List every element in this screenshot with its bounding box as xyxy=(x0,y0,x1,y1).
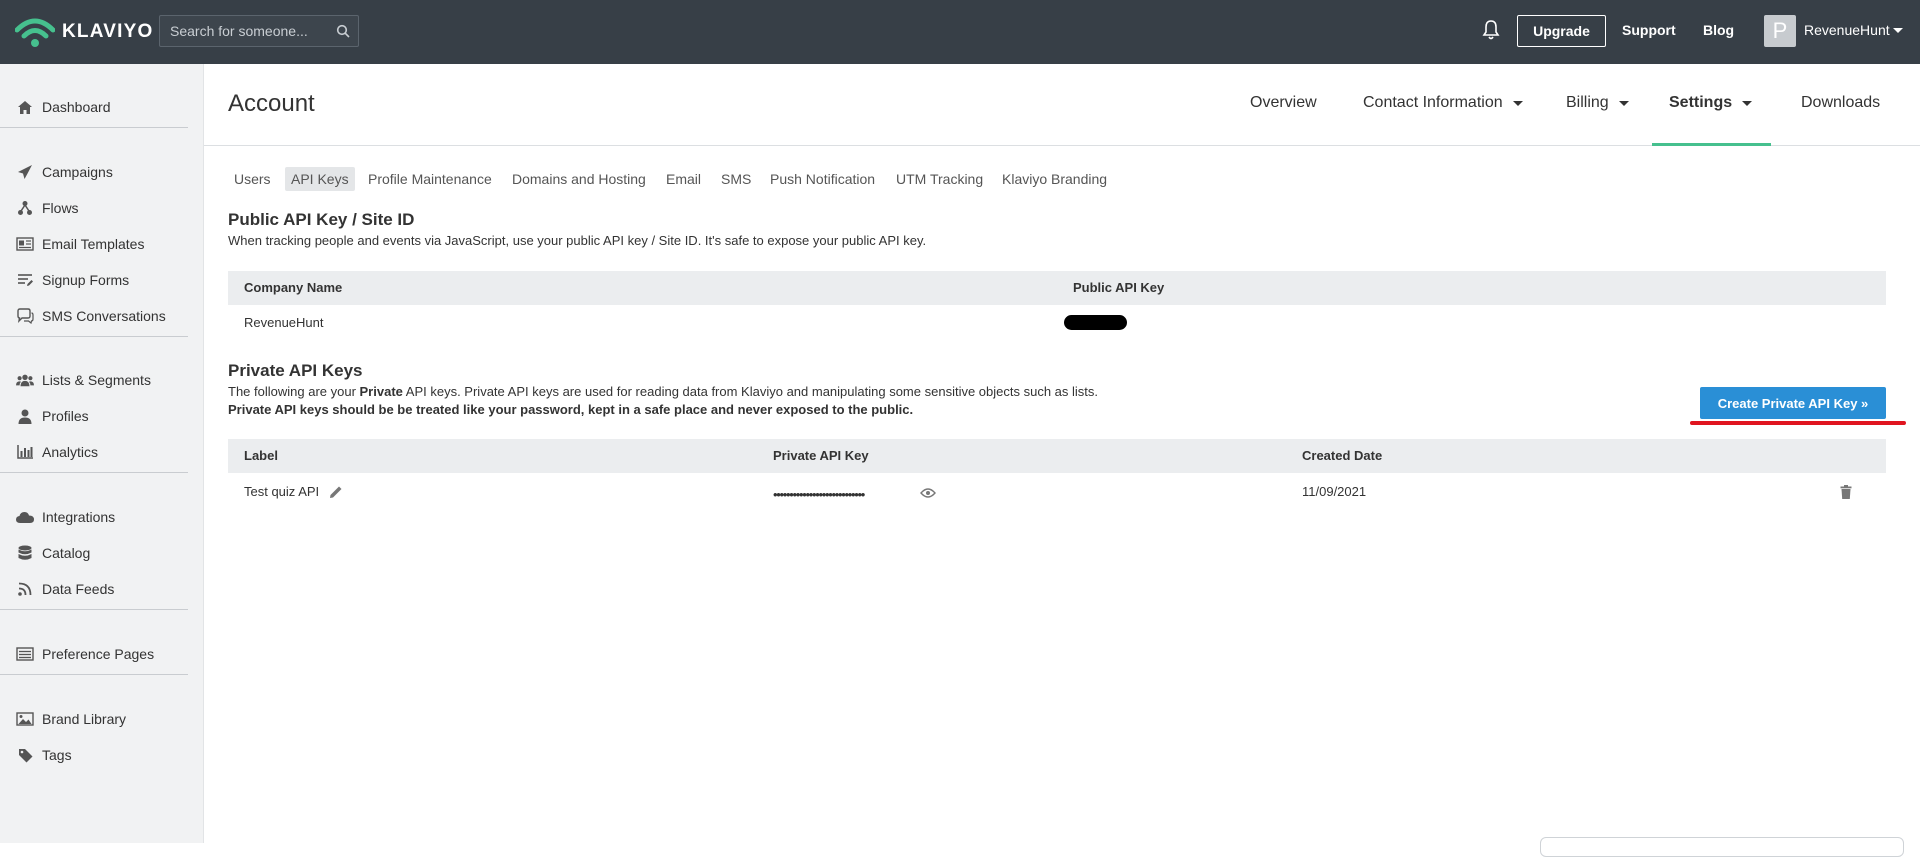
sidebar-item-integrations[interactable]: Integrations xyxy=(16,505,115,529)
sidebar-item-dashboard[interactable]: Dashboard xyxy=(16,95,111,119)
sidebar-divider xyxy=(0,609,188,610)
tag-icon xyxy=(16,746,34,764)
chat-icon xyxy=(16,307,34,325)
page-title: Account xyxy=(228,90,315,117)
home-icon xyxy=(16,98,34,116)
flow-icon xyxy=(16,199,34,217)
person-icon xyxy=(16,407,34,425)
wifi-logo-icon xyxy=(15,18,55,47)
sidebar-divider xyxy=(0,127,188,128)
pencil-icon[interactable] xyxy=(329,485,343,504)
column-header: Company Name xyxy=(244,280,343,295)
nav-settings[interactable]: Settings xyxy=(1669,94,1753,112)
support-link[interactable]: Support xyxy=(1622,22,1676,38)
sidebar: Dashboard Campaigns Flows Email Template… xyxy=(0,64,204,843)
tab-api-keys[interactable]: API Keys xyxy=(285,167,355,191)
users-icon xyxy=(16,371,34,389)
chevron-down-icon xyxy=(1512,100,1523,106)
chevron-down-icon xyxy=(1618,100,1629,106)
private-key-table-header: Label Private API Key Created Date xyxy=(228,439,1886,473)
bell-icon[interactable] xyxy=(1482,19,1500,46)
nav-downloads[interactable]: Downloads xyxy=(1801,94,1880,112)
database-icon xyxy=(16,544,34,562)
account-menu[interactable]: RevenueHunt xyxy=(1804,22,1890,38)
blog-link[interactable]: Blog xyxy=(1703,22,1734,38)
top-bar: KLAVIYO Upgrade Support Blog P RevenueHu… xyxy=(0,0,1920,64)
bottom-right-widget[interactable] xyxy=(1540,837,1904,857)
sidebar-item-data-feeds[interactable]: Data Feeds xyxy=(16,577,114,601)
rss-icon xyxy=(16,580,34,598)
sidebar-item-catalog[interactable]: Catalog xyxy=(16,541,90,565)
search-box xyxy=(159,15,359,47)
sidebar-item-profiles[interactable]: Profiles xyxy=(16,404,89,428)
sidebar-item-analytics[interactable]: Analytics xyxy=(16,440,98,464)
form-icon xyxy=(16,271,34,289)
tab-utm-tracking[interactable]: UTM Tracking xyxy=(890,167,989,191)
upgrade-button[interactable]: Upgrade xyxy=(1517,15,1606,47)
email-template-icon xyxy=(16,235,34,253)
red-annotation-underline xyxy=(1690,421,1906,425)
private-key-description: The following are your Private API keys.… xyxy=(228,384,1099,399)
sidebar-divider xyxy=(0,472,188,473)
column-header: Private API Key xyxy=(773,448,869,463)
chevron-down-icon xyxy=(1742,100,1753,106)
nav-overview[interactable]: Overview xyxy=(1250,94,1317,112)
sidebar-item-lists-segments[interactable]: Lists & Segments xyxy=(16,368,151,392)
create-private-api-key-button[interactable]: Create Private API Key » xyxy=(1700,387,1886,419)
sidebar-item-tags[interactable]: Tags xyxy=(16,743,72,767)
tab-profile-maintenance[interactable]: Profile Maintenance xyxy=(362,167,498,191)
public-key-table-header: Company Name Public API Key xyxy=(228,271,1886,305)
nav-contact-information[interactable]: Contact Information xyxy=(1363,94,1523,112)
private-key-title: Private API Keys xyxy=(228,361,363,380)
public-key-description: When tracking people and events via Java… xyxy=(228,233,927,248)
tab-domains-and-hosting[interactable]: Domains and Hosting xyxy=(506,167,652,191)
search-icon[interactable] xyxy=(336,24,350,43)
sidebar-item-sms-conversations[interactable]: SMS Conversations xyxy=(16,304,166,328)
chevron-down-icon[interactable] xyxy=(1893,28,1903,33)
column-header: Label xyxy=(244,448,278,463)
tab-sms[interactable]: SMS xyxy=(715,167,757,191)
avatar[interactable]: P xyxy=(1764,15,1796,47)
brand-name: KLAVIYO xyxy=(62,21,154,42)
sidebar-item-brand-library[interactable]: Brand Library xyxy=(16,707,126,731)
key-label-cell: Test quiz API xyxy=(244,484,320,499)
sidebar-item-preference-pages[interactable]: Preference Pages xyxy=(16,642,154,666)
bar-chart-icon xyxy=(16,443,34,461)
paper-plane-icon xyxy=(16,163,34,181)
created-date-cell: 11/09/2021 xyxy=(1302,484,1367,499)
list-page-icon xyxy=(16,645,34,663)
nav-billing[interactable]: Billing xyxy=(1566,94,1629,112)
redacted-public-key xyxy=(1064,315,1127,330)
sidebar-item-flows[interactable]: Flows xyxy=(16,196,79,220)
klaviyo-logo[interactable]: KLAVIYO xyxy=(15,16,153,48)
tab-email[interactable]: Email xyxy=(660,167,707,191)
tab-klaviyo-branding[interactable]: Klaviyo Branding xyxy=(996,167,1113,191)
column-header: Created Date xyxy=(1302,448,1383,463)
sidebar-divider xyxy=(0,336,188,337)
active-tab-indicator xyxy=(1652,143,1771,146)
sidebar-divider xyxy=(0,674,188,675)
masked-private-key: •••••••••••••••••••••••••••• xyxy=(773,487,865,502)
eye-icon[interactable] xyxy=(920,486,936,504)
column-header: Public API Key xyxy=(1073,280,1165,295)
sidebar-item-campaigns[interactable]: Campaigns xyxy=(16,160,113,184)
trash-icon[interactable] xyxy=(1840,485,1852,504)
image-icon xyxy=(16,710,34,728)
tab-push-notification[interactable]: Push Notification xyxy=(764,167,881,191)
sidebar-item-email-templates[interactable]: Email Templates xyxy=(16,232,144,256)
private-key-warning: Private API keys should be be treated li… xyxy=(228,402,914,417)
cloud-icon xyxy=(16,508,34,526)
search-input[interactable] xyxy=(160,16,330,46)
tab-users[interactable]: Users xyxy=(228,167,277,191)
company-name-cell: RevenueHunt xyxy=(244,315,324,330)
sidebar-item-signup-forms[interactable]: Signup Forms xyxy=(16,268,129,292)
public-key-title: Public API Key / Site ID xyxy=(228,210,415,229)
